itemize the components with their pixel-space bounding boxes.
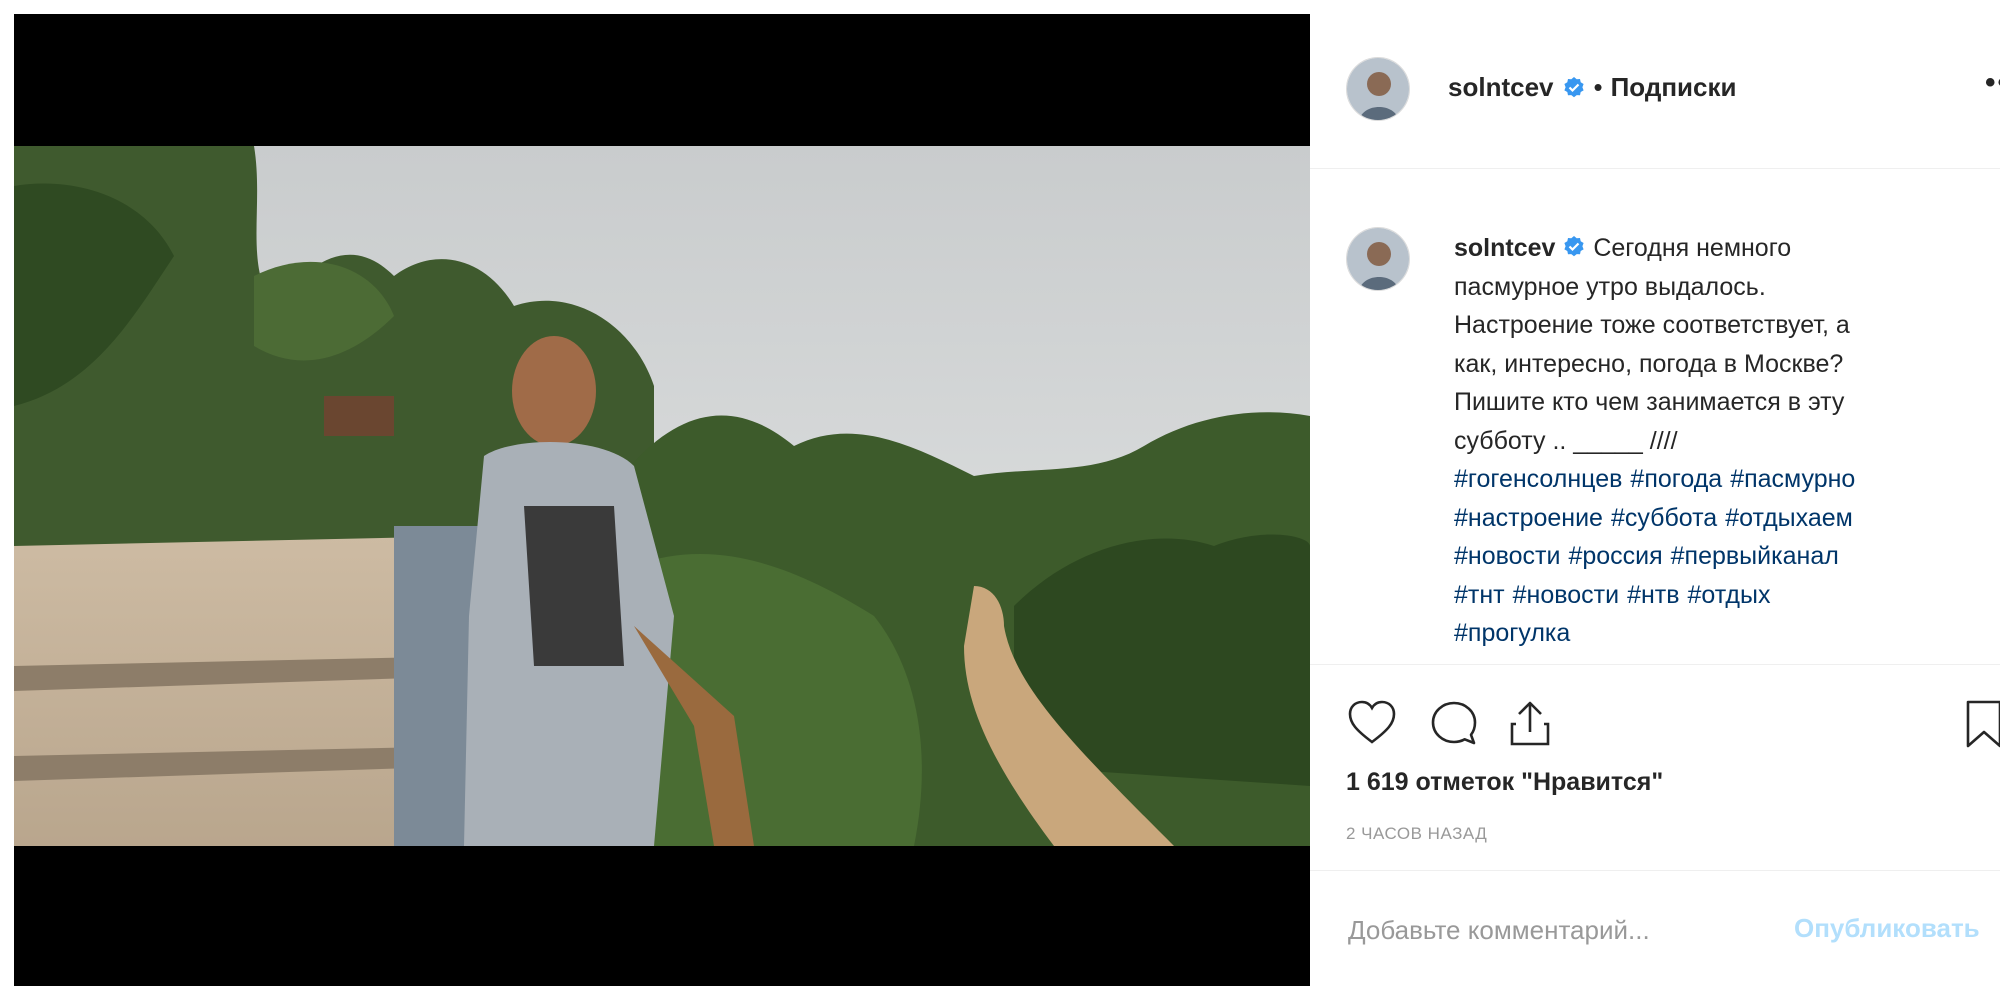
hashtag-link[interactable]: #новости xyxy=(1513,581,1619,609)
hashtags: #гогенсолнцев #погода #пасмурно #настроени… xyxy=(1454,460,1984,653)
caption-text-line: Сегодня немного xyxy=(1593,234,1792,262)
publish-button[interactable]: Опубликовать xyxy=(1794,913,1980,944)
hashtag-link[interactable]: #отдыхаем xyxy=(1725,504,1853,532)
hashtag-link[interactable]: #погода xyxy=(1630,465,1722,493)
caption-text-line: пасмурное утро выдалось. xyxy=(1454,272,1766,301)
action-bar xyxy=(1310,664,2000,748)
more-options-icon[interactable]: •• xyxy=(1985,66,2000,100)
follow-separator: • xyxy=(1593,72,1603,102)
hashtag-line: #гогенсолнцев #погода #пасмурно xyxy=(1454,460,1984,499)
caption-username-link[interactable]: solntcev xyxy=(1454,234,1555,262)
bookmark-icon[interactable] xyxy=(1958,698,2000,750)
post-photo-image xyxy=(14,146,1310,846)
hashtag-link[interactable]: #настроение xyxy=(1454,504,1603,532)
likes-count[interactable]: 1 619 отметок "Нравится" xyxy=(1346,768,1663,797)
hashtag-link[interactable]: #отдых xyxy=(1688,581,1771,609)
comment-bar: Опубликовать xyxy=(1310,870,2000,987)
hashtag-link[interactable]: #пасмурно xyxy=(1730,465,1855,493)
hashtag-line: #новости #россия #первыйканал xyxy=(1454,537,1984,576)
comment-icon[interactable] xyxy=(1428,698,1480,750)
header-user-line: solntcev • Подписки xyxy=(1448,72,1736,103)
verified-badge-icon xyxy=(1562,232,1586,257)
hashtag-link[interactable]: #россия xyxy=(1568,542,1662,570)
post-header: solntcev • Подписки •• xyxy=(1310,14,2000,169)
post-media[interactable] xyxy=(14,14,1310,986)
verified-badge-icon xyxy=(1562,76,1586,100)
username-link[interactable]: solntcev xyxy=(1448,72,1554,103)
comment-input[interactable] xyxy=(1346,909,1770,951)
hashtag-link[interactable]: #новости xyxy=(1454,542,1560,570)
caption-text-line: Настроение тоже соответствует, а xyxy=(1454,311,1850,339)
caption-text: solntcev Сегодня немного пасмурное утро … xyxy=(1454,229,1984,653)
hashtag-link[interactable]: #первыйканал xyxy=(1671,542,1839,570)
following-button[interactable]: Подписки xyxy=(1611,72,1737,103)
hashtag-link[interactable]: #тнт xyxy=(1454,581,1505,609)
hashtag-line: #настроение #суббота #отдыхаем xyxy=(1454,499,1984,538)
hashtag-link[interactable]: #гогенсолнцев xyxy=(1454,465,1622,493)
caption-text-line: субботу .. _____ //// xyxy=(1454,426,1678,455)
post-details-panel: solntcev • Подписки •• solntcev xyxy=(1310,14,2000,986)
heart-icon[interactable] xyxy=(1346,698,1398,750)
avatar[interactable] xyxy=(1346,57,1410,121)
share-icon[interactable] xyxy=(1504,698,1556,750)
caption-text-line: как, интересно, погода в Москве? xyxy=(1454,349,1844,378)
hashtag-link[interactable]: #суббота xyxy=(1611,504,1717,532)
hashtag-link[interactable]: #нтв xyxy=(1627,581,1679,609)
caption-line: solntcev Сегодня немного xyxy=(1454,229,1984,268)
hashtag-line: #прогулка xyxy=(1454,614,1984,653)
post-time[interactable]: 2 ЧАСОВ НАЗАД xyxy=(1346,824,1487,844)
post-photo[interactable] xyxy=(14,146,1310,846)
caption-area: solntcev Сегодня немного пасмурное утро … xyxy=(1310,169,2000,649)
hashtag-line: #тнт #новости #нтв #отдых xyxy=(1454,576,1984,615)
caption-text-line: Пишите кто чем занимается в эту xyxy=(1454,388,1845,416)
caption-avatar[interactable] xyxy=(1346,227,1410,291)
hashtag-link[interactable]: #прогулка xyxy=(1454,619,1570,647)
